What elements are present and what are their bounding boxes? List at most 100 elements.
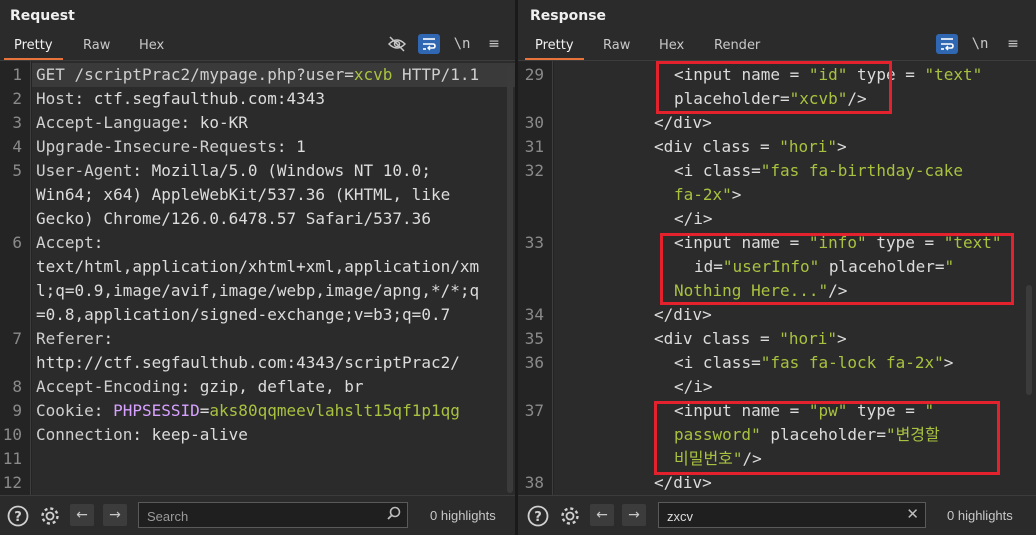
next-arrow-icon[interactable]: → [622, 504, 646, 526]
menu-icon[interactable]: ≡ [483, 34, 505, 54]
clear-search-icon[interactable]: ✕ [906, 505, 919, 523]
request-pane: Request Pretty Raw Hex \n ≡ GET /scriptP… [0, 0, 515, 535]
code-token: "hori" [779, 329, 838, 348]
tab-pretty[interactable]: Pretty [525, 36, 584, 60]
code-token: : 1 [276, 137, 306, 156]
hide-nonprinting-icon[interactable] [386, 34, 408, 54]
settings-gear-icon[interactable] [558, 505, 582, 527]
code-line: Host: ctf.segfaulthub.com:4343 [36, 87, 325, 111]
code-token: </i> [674, 209, 713, 228]
code-line: Cookie: PHPSESSID=aks80qqmeevlahslt15qf1… [36, 399, 460, 423]
code-line: Upgrade-Insecure-Requests: 1 [36, 135, 306, 159]
code-token: Win64; x64) AppleWebKit/537.36 (KHTML, l… [36, 185, 451, 204]
code-line: </i> [674, 375, 713, 399]
code-token: Accept-Language [36, 113, 181, 132]
request-search-input[interactable] [145, 506, 359, 526]
code-token: = [750, 137, 780, 156]
code-token: = [750, 329, 780, 348]
response-scrollbar[interactable] [1026, 285, 1032, 395]
code-token: </div> [654, 473, 712, 492]
code-token: : [103, 329, 114, 348]
code-line: text/html,application/xhtml+xml,applicat… [36, 255, 479, 279]
line-number: 32 [524, 161, 544, 180]
prev-arrow-icon[interactable]: ← [70, 504, 94, 526]
line-number: 4 [12, 137, 22, 156]
line-number: 33 [524, 233, 544, 252]
code-token: Host [36, 89, 75, 108]
code-line: GET /scriptPrac2/mypage.php?user=xcvb HT… [32, 63, 515, 87]
code-line: </i> [674, 207, 713, 231]
wrap-lines-icon[interactable] [418, 34, 440, 54]
code-token: user [305, 65, 345, 84]
code-token: fa-2x" [674, 185, 732, 204]
help-icon[interactable]: ? [6, 505, 30, 527]
code-token: > [837, 329, 847, 348]
request-scrollbar[interactable] [507, 65, 513, 493]
code-token: PHPSESSID [113, 401, 200, 420]
newline-icon[interactable]: \n [969, 34, 991, 54]
settings-gear-icon[interactable] [38, 505, 62, 527]
code-token: <i [674, 161, 703, 180]
wrap-lines-icon[interactable] [936, 34, 958, 54]
code-line: Win64; x64) AppleWebKit/537.36 (KHTML, l… [36, 183, 450, 207]
code-line: <i class="fas fa-lock fa-2x"> [674, 351, 953, 375]
code-line: </div> [654, 111, 712, 135]
request-title: Request [10, 8, 75, 24]
code-token: "hori" [779, 137, 838, 156]
code-token: l;q=0.9,image/avif,image/webp,image/apng… [36, 281, 480, 300]
tab-pretty[interactable]: Pretty [4, 36, 63, 60]
code-token: aks80qqmeevlahslt15qf1p1qg [209, 401, 460, 420]
code-token: = [751, 353, 761, 372]
newline-icon[interactable]: \n [451, 34, 473, 54]
tab-hex[interactable]: Hex [649, 36, 694, 58]
response-pane: Response Pretty Raw Hex Render \n ≡ <inp… [518, 0, 1036, 535]
request-code[interactable]: GET /scriptPrac2/mypage.php?user=xcvb HT… [32, 61, 515, 496]
code-line: =0.8,application/signed-exchange;v=b3;q=… [36, 303, 450, 327]
code-line: </div> [654, 303, 712, 327]
tab-raw[interactable]: Raw [73, 36, 120, 58]
code-line: l;q=0.9,image/avif,image/webp,image/apng… [36, 279, 479, 303]
menu-icon[interactable]: ≡ [1002, 34, 1024, 54]
response-search-box[interactable]: ✕ [658, 502, 926, 528]
code-token: <i [674, 353, 703, 372]
code-line: Connection: keep-alive [36, 423, 248, 447]
response-tabs: Pretty Raw Hex Render [518, 36, 1036, 60]
code-line: Referer: [36, 327, 113, 351]
code-token: Referer [36, 329, 104, 348]
code-line: Accept-Language: ko-KR [36, 111, 248, 135]
line-number: 1 [12, 65, 22, 84]
code-token: : Mozilla/5.0 (Windows NT 10.0; [132, 161, 431, 180]
request-search-box[interactable] [138, 502, 408, 528]
code-token: text/html,application/xhtml+xml,applicat… [36, 257, 480, 276]
highlight-box-info-input [660, 233, 1014, 305]
next-arrow-icon[interactable]: → [103, 504, 127, 526]
line-number: 10 [2, 425, 22, 444]
tab-render[interactable]: Render [704, 36, 770, 58]
code-token: "fas fa-lock fa-2x" [760, 353, 944, 372]
code-token: <div [654, 329, 703, 348]
response-editor[interactable]: <input name = "id" type = "text" placehol… [518, 61, 1036, 496]
code-token: http://ctf.segfaulthub.com:4343/scriptPr… [36, 353, 460, 372]
code-token: <div [654, 137, 703, 156]
line-number: 29 [524, 65, 544, 84]
search-icon[interactable] [387, 506, 401, 524]
tab-hex[interactable]: Hex [129, 36, 174, 58]
highlight-box-pw-input [654, 401, 1000, 475]
tab-raw[interactable]: Raw [593, 36, 640, 58]
code-token: > [837, 137, 847, 156]
code-token: = [199, 401, 210, 420]
code-token: Gecko) Chrome/126.0.6478.57 Safari/537.3… [36, 209, 431, 228]
code-line: <div class = "hori"> [654, 135, 847, 159]
prev-arrow-icon[interactable]: ← [590, 504, 614, 526]
code-token: : gzip, deflate, br [180, 377, 364, 396]
code-token: = [751, 161, 761, 180]
help-icon[interactable]: ? [526, 505, 550, 527]
response-highlights-count: 0 highlights [947, 508, 1013, 523]
line-number: 3 [12, 113, 22, 132]
code-token: </div> [654, 113, 712, 132]
request-editor[interactable]: GET /scriptPrac2/mypage.php?user=xcvb HT… [0, 61, 515, 496]
code-token: Cookie [36, 401, 94, 420]
line-number: 30 [524, 113, 544, 132]
line-number: 2 [12, 89, 22, 108]
response-search-input[interactable] [665, 506, 879, 526]
